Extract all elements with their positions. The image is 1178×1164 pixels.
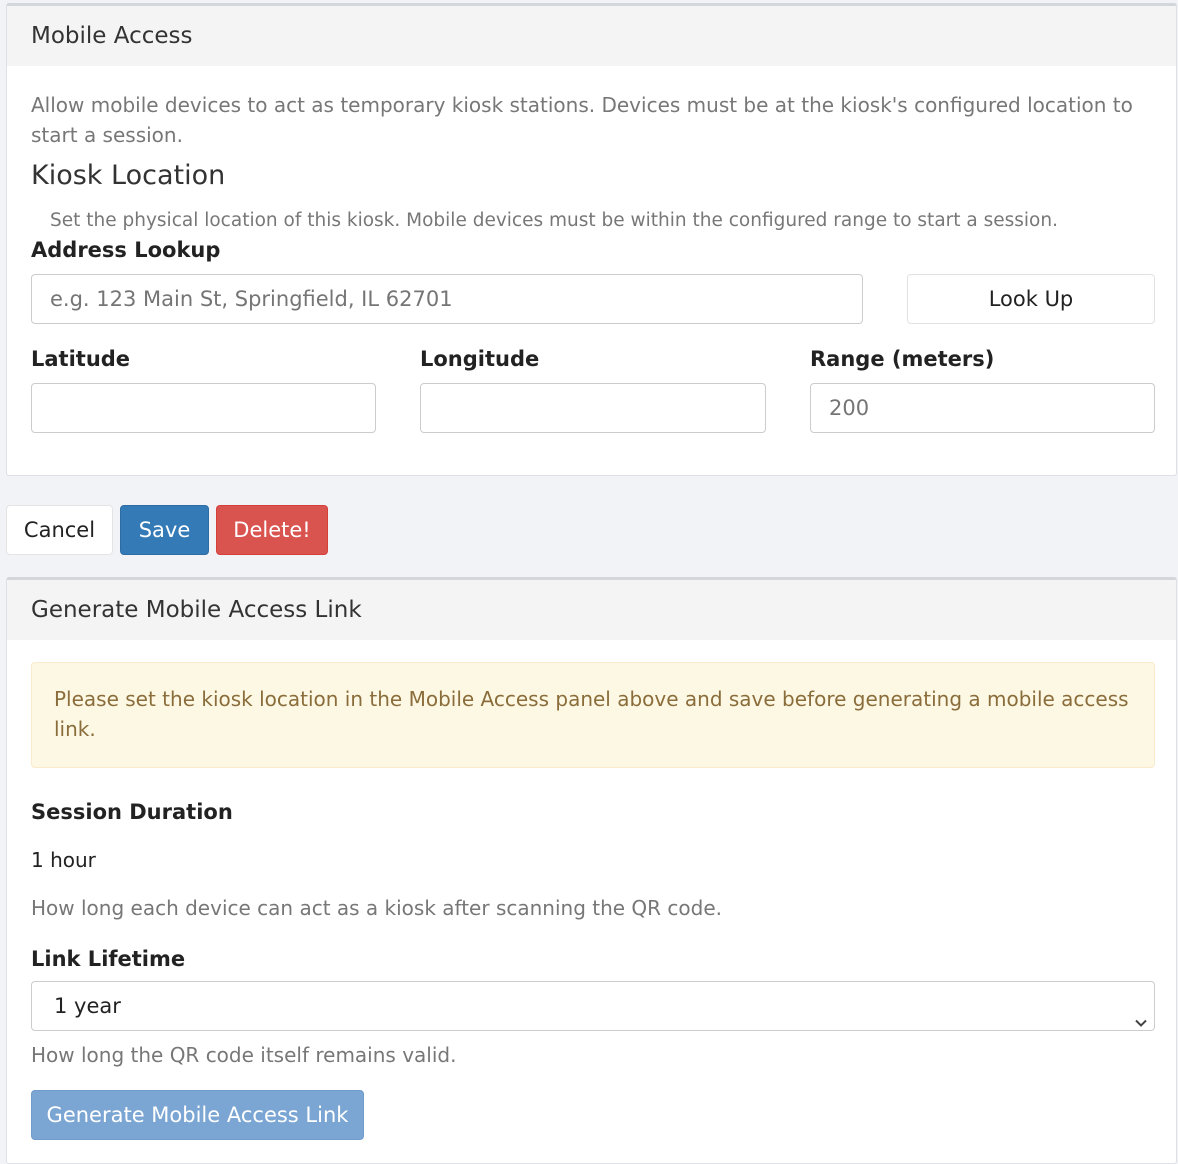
location-warning-alert: Please set the kiosk location in the Mob… <box>31 662 1155 768</box>
mobile-access-title: Mobile Access <box>7 6 1176 66</box>
kiosk-location-heading: Kiosk Location <box>31 160 226 191</box>
latitude-input[interactable] <box>31 383 376 433</box>
address-lookup-label: Address Lookup <box>31 238 221 262</box>
location-warning-text: Please set the kiosk location in the Mob… <box>54 687 1129 741</box>
mobile-access-panel: Mobile Access Allow mobile devices to ac… <box>6 3 1177 476</box>
delete-button[interactable]: Delete! <box>216 505 328 555</box>
session-duration-label: Session Duration <box>31 800 233 824</box>
mobile-access-description: Allow mobile devices to act as temporary… <box>31 93 1133 147</box>
link-lifetime-selected: 1 year <box>54 994 121 1018</box>
save-button[interactable]: Save <box>120 505 209 555</box>
generate-link-button[interactable]: Generate Mobile Access Link <box>31 1090 364 1140</box>
chevron-down-icon <box>1134 999 1148 1027</box>
range-label: Range (meters) <box>810 347 995 371</box>
longitude-label: Longitude <box>420 347 540 371</box>
generate-link-title: Generate Mobile Access Link <box>7 580 1176 640</box>
generate-link-panel: Generate Mobile Access Link Please set t… <box>6 577 1177 1164</box>
latitude-label: Latitude <box>31 347 131 371</box>
cancel-button[interactable]: Cancel <box>6 505 113 555</box>
address-lookup-input[interactable] <box>31 274 863 324</box>
session-duration-help: How long each device can act as a kiosk … <box>31 896 723 920</box>
range-input[interactable] <box>810 383 1155 433</box>
kiosk-location-help: Set the physical location of this kiosk.… <box>50 210 1058 231</box>
longitude-input[interactable] <box>420 383 766 433</box>
link-lifetime-select[interactable]: 1 year <box>31 981 1155 1031</box>
look-up-button[interactable]: Look Up <box>907 274 1155 324</box>
link-lifetime-label: Link Lifetime <box>31 947 186 971</box>
session-duration-value: 1 hour <box>31 848 96 872</box>
link-lifetime-help: How long the QR code itself remains vali… <box>31 1043 457 1067</box>
